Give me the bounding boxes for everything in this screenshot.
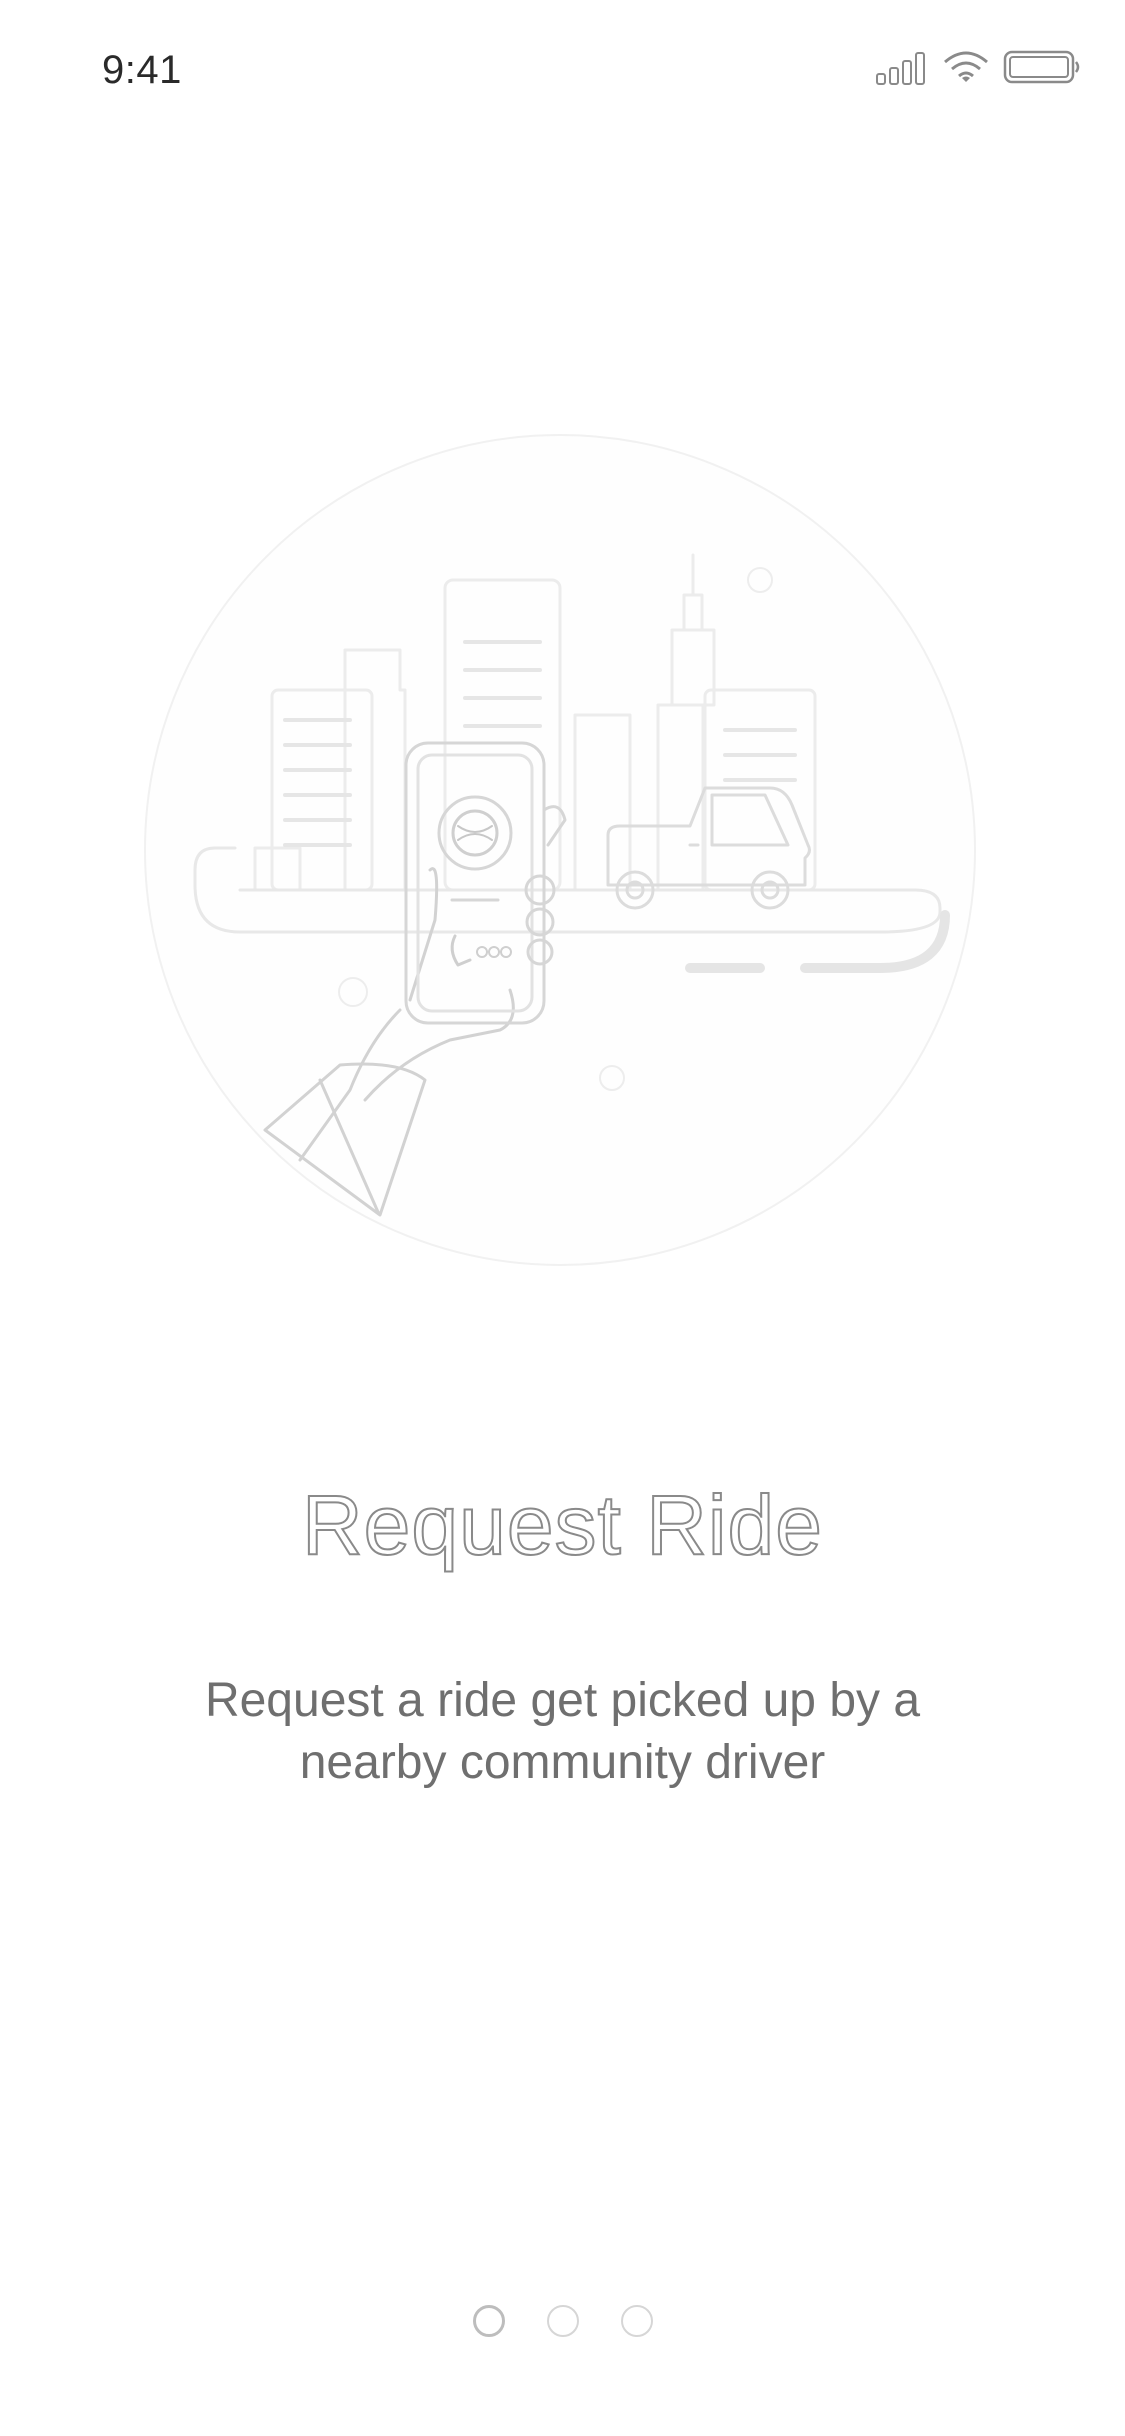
page-dot-2[interactable] — [546, 2305, 579, 2337]
battery-icon — [1003, 50, 1080, 84]
cellular-signal-icon — [876, 52, 925, 85]
status-icons — [875, 48, 1085, 88]
request-ride-illustration — [144, 434, 976, 1266]
page-dot-3[interactable] — [620, 2305, 653, 2337]
page-indicator — [0, 2305, 1125, 2345]
page-dot-1[interactable] — [472, 2305, 505, 2337]
status-bar: 9:41 — [0, 0, 1125, 140]
status-time: 9:41 — [102, 48, 182, 92]
onboarding-title: Request Ride — [301, 1477, 823, 1573]
onboarding-description: Request a ride get picked up by a nearby… — [204, 1674, 921, 1789]
wifi-icon — [944, 51, 988, 82]
